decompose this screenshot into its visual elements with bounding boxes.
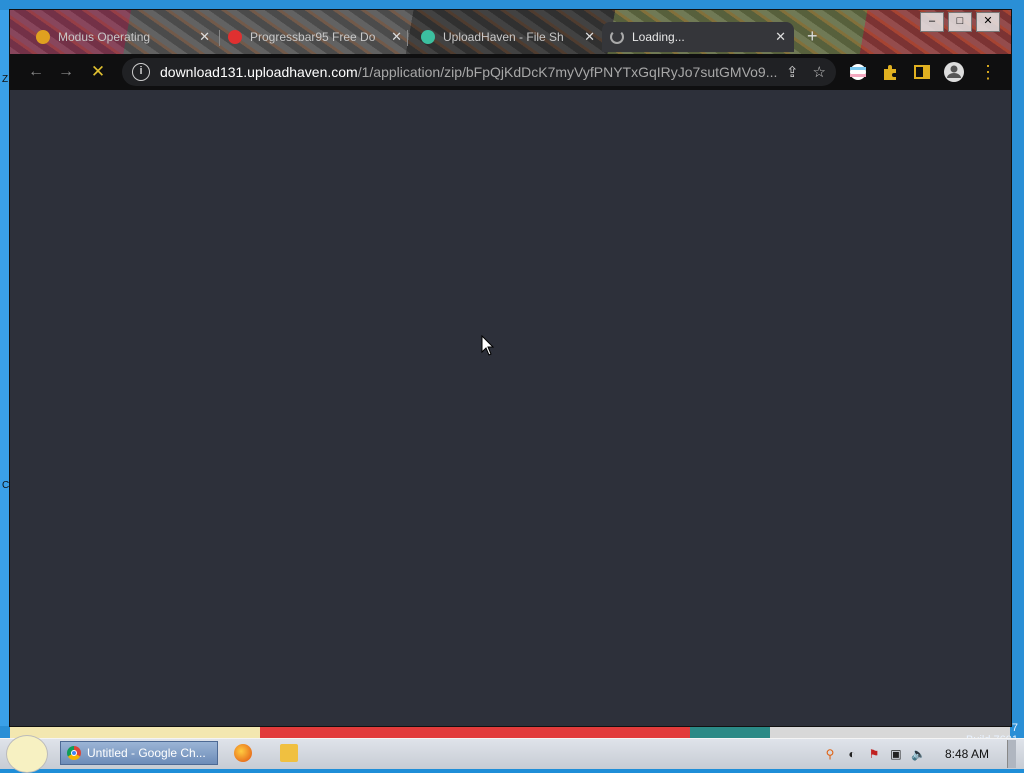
tab-close-icon[interactable]: ✕ [775, 29, 786, 45]
wallpaper-left-edge: Z C [0, 10, 10, 726]
network-icon[interactable]: ▣ [889, 747, 903, 761]
profile-icon[interactable] [940, 58, 968, 86]
tab-close-icon[interactable]: ✕ [391, 29, 402, 45]
tab-modus[interactable]: Modus Operating ✕ [28, 22, 218, 52]
minimize-button[interactable]: – [920, 12, 944, 32]
share-icon[interactable]: ⇪ [786, 63, 799, 81]
side-panel-icon[interactable] [908, 58, 936, 86]
browser-toolbar: ← → ✕ i download131.uploadhaven.com/1/ap… [10, 54, 1011, 90]
tab-close-icon[interactable]: ✕ [584, 29, 595, 45]
taskbar: Untitled - Google Ch... ⚲ ◐ ⚑ ▣ 🔈 8:48 A… [0, 735, 1024, 773]
stop-loading-button[interactable]: ✕ [84, 58, 112, 86]
url-path: /1/application/zip/bFpQjKdDcK7myVyfPNYTx… [357, 64, 778, 80]
forward-button[interactable]: → [52, 58, 80, 86]
system-tray: ⚲ ◐ ⚑ ▣ 🔈 8:48 AM [823, 739, 1024, 769]
folder-icon[interactable] [280, 744, 298, 762]
tab-strip: Modus Operating ✕ Progressbar95 Free Do … [10, 10, 1011, 54]
address-bar[interactable]: i download131.uploadhaven.com/1/applicat… [122, 58, 836, 86]
taskbar-chrome-label: Untitled - Google Ch... [87, 746, 206, 760]
maximize-button[interactable]: □ [948, 12, 972, 32]
page-content-area[interactable] [10, 90, 1011, 726]
tab-uploadhaven[interactable]: UploadHaven - File Sh ✕ [413, 22, 603, 52]
clock[interactable]: 8:48 AM [945, 747, 989, 761]
flag-warning-icon[interactable]: ⚑ [867, 747, 881, 761]
edge-letter: C [2, 480, 10, 491]
close-button[interactable]: ✕ [976, 12, 1000, 32]
window-controls: – □ ✕ [916, 12, 1000, 32]
extensions-puzzle-icon[interactable] [876, 58, 904, 86]
menu-kebab-icon[interactable]: ⋮ [974, 58, 1002, 86]
tab-loading[interactable]: Loading... ✕ [602, 22, 794, 52]
tab-close-icon[interactable]: ✕ [199, 29, 210, 45]
show-desktop-button[interactable] [1007, 740, 1016, 768]
language-icon[interactable]: ◐ [845, 747, 859, 761]
tab-title: Modus Operating [58, 30, 151, 44]
tab-title: Loading... [632, 30, 685, 44]
tab-progressbar95[interactable]: Progressbar95 Free Do ✕ [220, 22, 410, 52]
bookmark-star-icon[interactable]: ☆ [813, 63, 826, 81]
translate-flag-icon[interactable] [844, 58, 872, 86]
edge-letter: Z [2, 74, 9, 85]
mouse-cursor-icon [481, 335, 495, 356]
new-tab-button[interactable]: + [807, 26, 818, 47]
chrome-logo-icon [67, 746, 81, 760]
tab-separator [407, 30, 408, 46]
search-magnifier-icon[interactable]: ⚲ [823, 747, 837, 761]
start-button[interactable] [6, 735, 48, 773]
tab-favicon-icon [36, 30, 50, 44]
wallpaper-strip [10, 726, 1010, 738]
tab-favicon-icon [421, 30, 435, 44]
tab-title: UploadHaven - File Sh [443, 30, 564, 44]
loading-spinner-icon [610, 30, 624, 44]
site-info-icon[interactable]: i [132, 63, 150, 81]
taskbar-chrome-button[interactable]: Untitled - Google Ch... [60, 741, 218, 765]
back-button[interactable]: ← [22, 58, 50, 86]
url-host: download131.uploadhaven.com [160, 64, 358, 80]
tab-title: Progressbar95 Free Do [250, 30, 376, 44]
volume-icon[interactable]: 🔈 [911, 747, 926, 761]
firefox-icon[interactable] [234, 744, 252, 762]
tab-favicon-icon [228, 30, 242, 44]
chrome-window: Modus Operating ✕ Progressbar95 Free Do … [10, 10, 1011, 726]
